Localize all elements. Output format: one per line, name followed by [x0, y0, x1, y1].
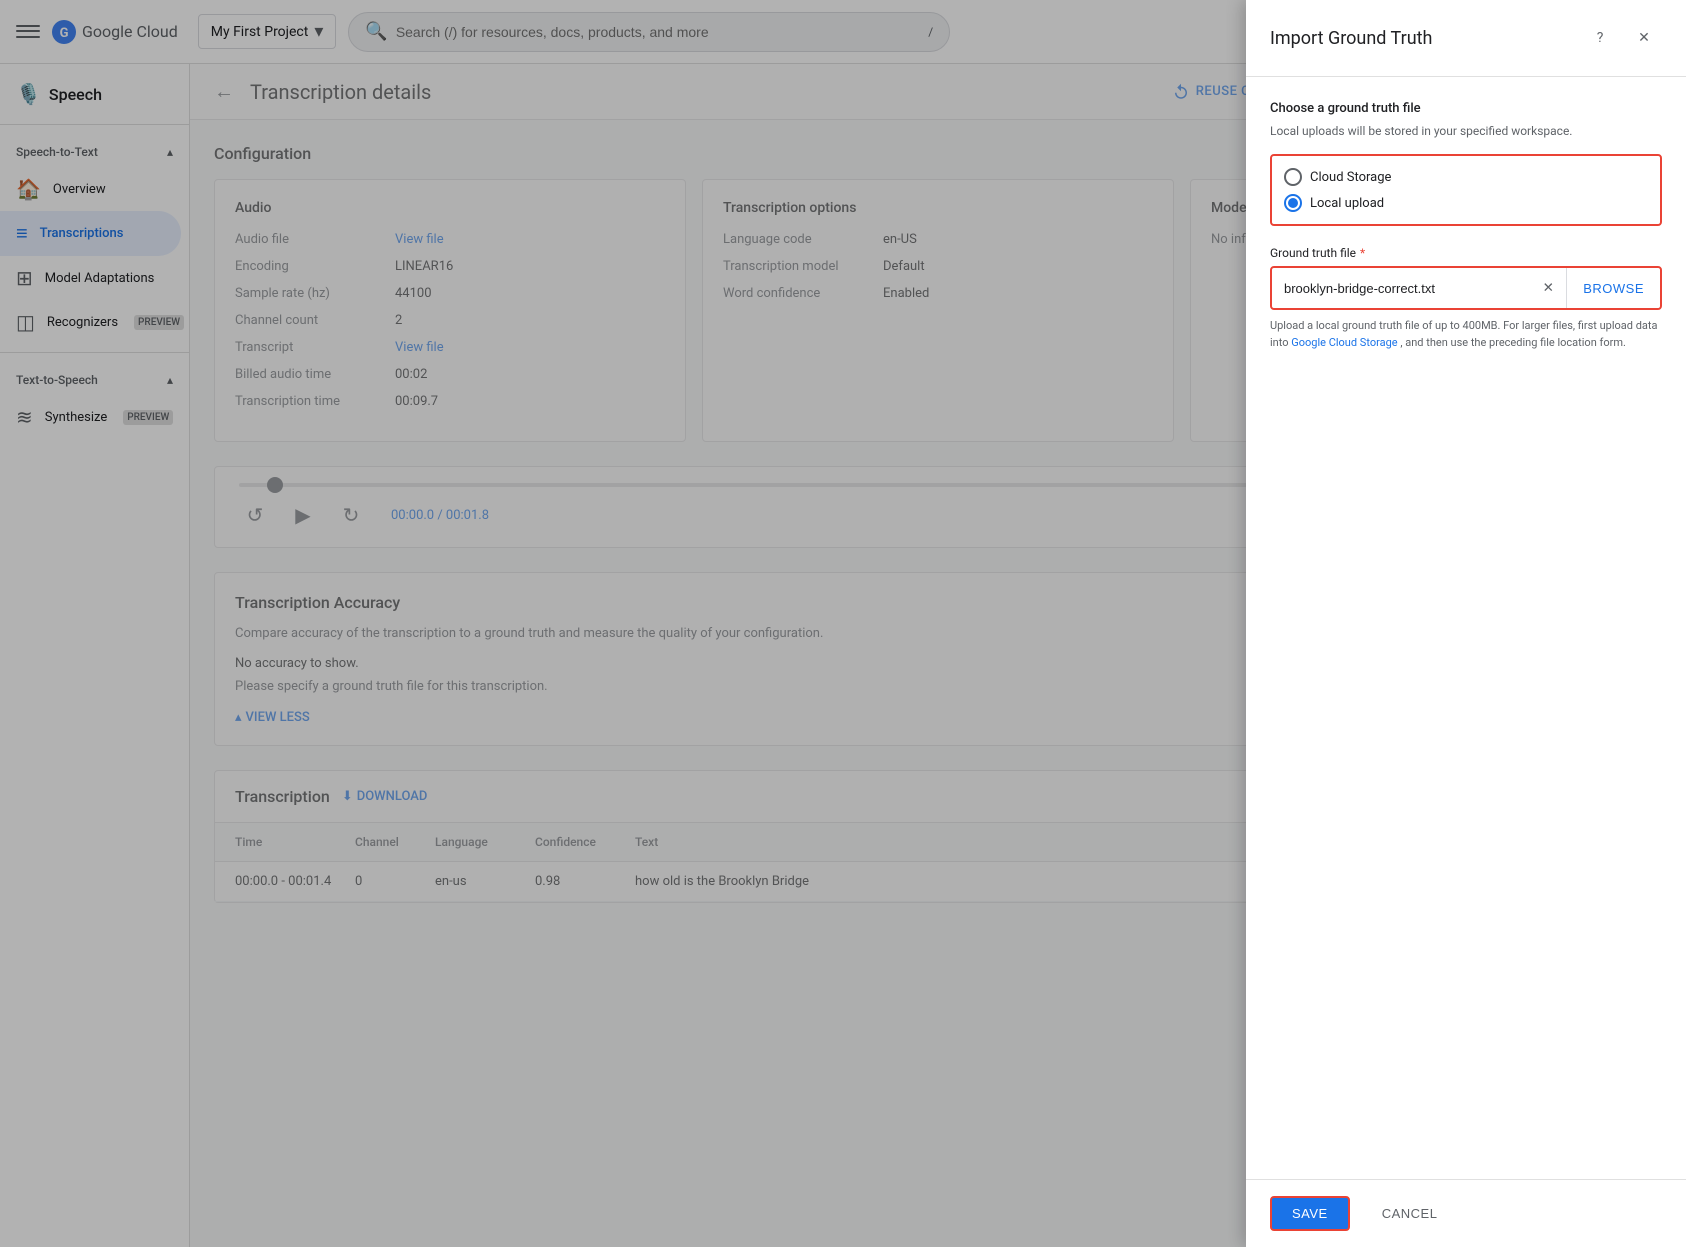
panel-footer: SAVE CANCEL [1246, 1179, 1686, 1247]
close-panel-icon[interactable]: ✕ [1626, 20, 1662, 56]
cloud-storage-link[interactable]: Google Cloud Storage [1291, 336, 1397, 349]
file-path-input[interactable] [1272, 271, 1530, 306]
panel-section-title: Choose a ground truth file [1270, 101, 1662, 116]
radio-cloud-storage[interactable]: Cloud Storage [1284, 164, 1648, 190]
cancel-button[interactable]: CANCEL [1366, 1198, 1454, 1229]
file-input-label: Ground truth file * [1270, 246, 1662, 260]
file-help-text: Upload a local ground truth file of up t… [1270, 318, 1662, 351]
panel-body: Choose a ground truth file Local uploads… [1246, 77, 1686, 1179]
cloud-storage-radio[interactable] [1284, 168, 1302, 186]
panel-header-icons: ? ✕ [1582, 20, 1662, 56]
file-input-row: ✕ BROWSE [1270, 266, 1662, 310]
radio-group: Cloud Storage Local upload [1270, 154, 1662, 226]
browse-button[interactable]: BROWSE [1566, 268, 1660, 308]
panel-info-text: Local uploads will be stored in your spe… [1270, 124, 1662, 138]
panel-header: Import Ground Truth ? ✕ [1246, 0, 1686, 77]
file-clear-button[interactable]: ✕ [1530, 270, 1566, 306]
panel-title: Import Ground Truth [1270, 28, 1432, 49]
local-upload-radio[interactable] [1284, 194, 1302, 212]
import-ground-truth-panel: Import Ground Truth ? ✕ Choose a ground … [1246, 0, 1686, 1247]
save-button[interactable]: SAVE [1270, 1196, 1350, 1231]
radio-local-upload[interactable]: Local upload [1284, 190, 1648, 216]
help-panel-icon[interactable]: ? [1582, 20, 1618, 56]
